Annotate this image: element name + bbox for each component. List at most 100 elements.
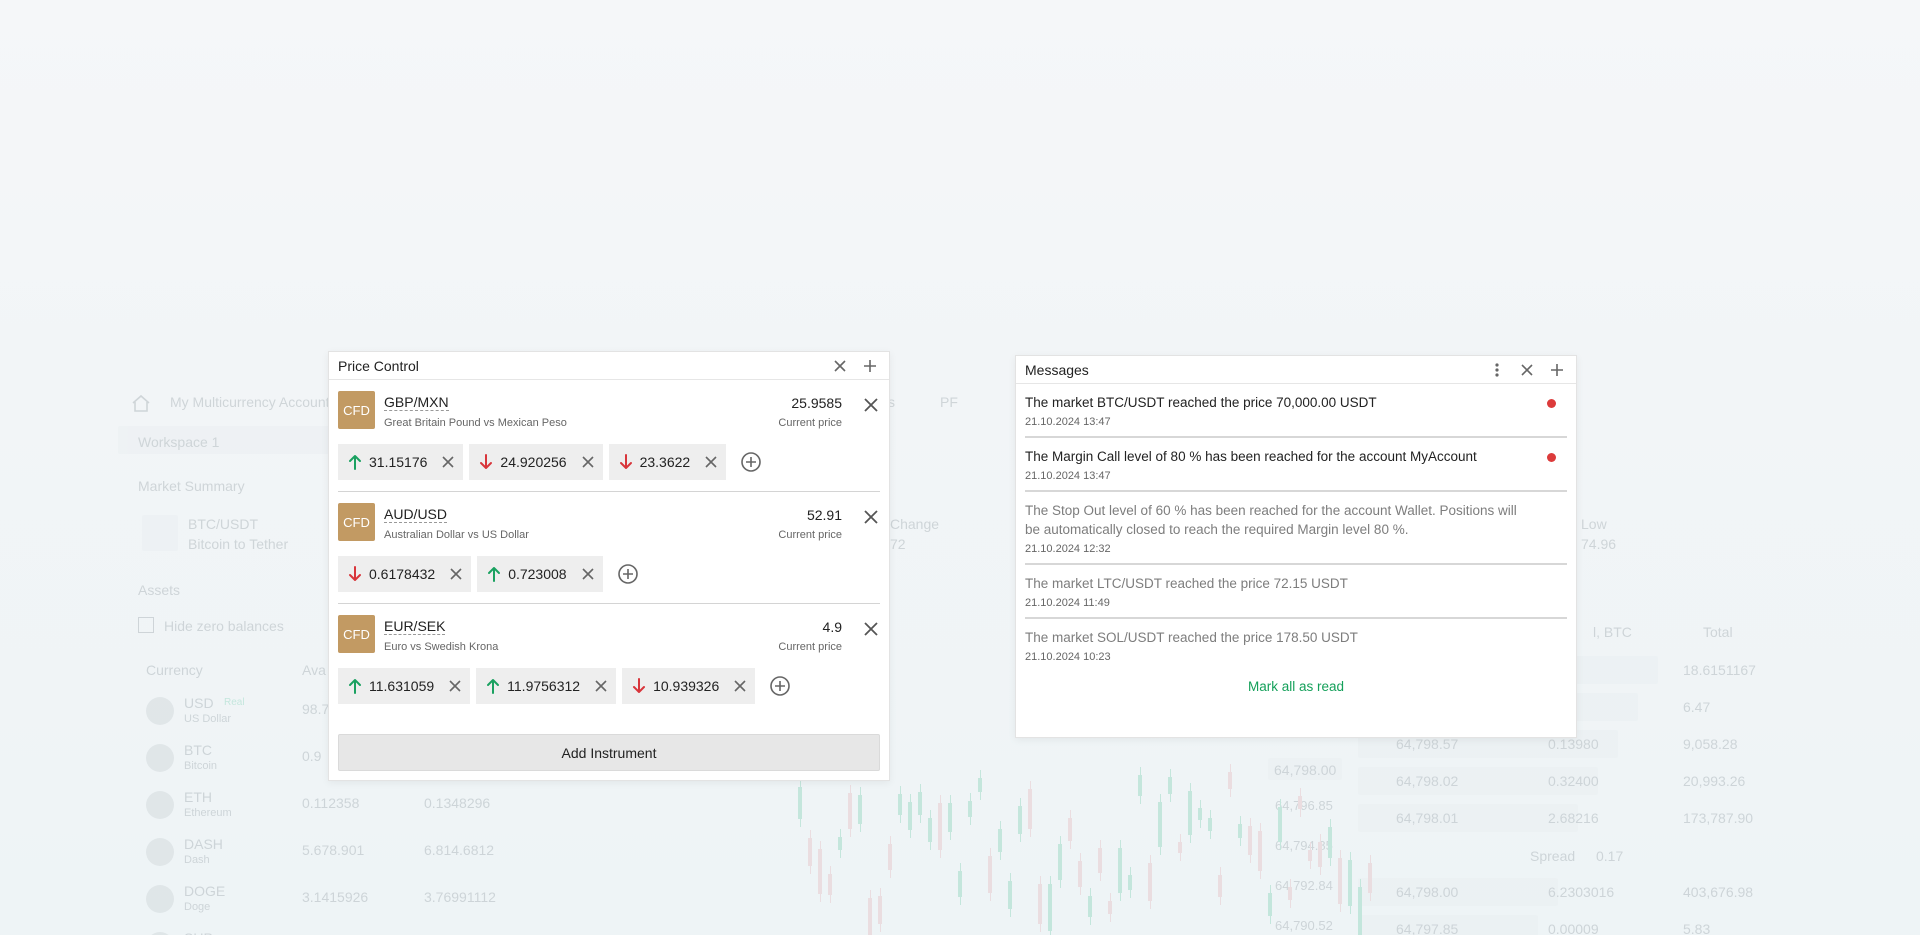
add-alert-icon[interactable]: [740, 451, 762, 473]
candle-wick: [989, 848, 991, 902]
close-window-button[interactable]: [829, 355, 851, 377]
low-label: Low: [1581, 516, 1607, 532]
book-price: 64,798.01: [1396, 810, 1459, 826]
arrow-down-icon: [348, 566, 362, 582]
message-time: 21.10.2024 13:47: [1025, 470, 1111, 482]
candle: [1058, 836, 1062, 888]
candle: [1308, 842, 1312, 870]
total-column: Total: [1703, 624, 1733, 640]
remove-instrument-button[interactable]: [862, 396, 880, 414]
message-time: 21.10.2024 11:49: [1025, 597, 1110, 609]
add-window-button[interactable]: [859, 355, 881, 377]
message-item[interactable]: The market SOL/USDT reached the price 17…: [1025, 619, 1567, 671]
book-quantity: 0.13980: [1548, 736, 1599, 752]
candle: [1208, 810, 1212, 839]
instrument-symbol[interactable]: GBP/MXN: [384, 394, 449, 411]
message-item[interactable]: The market BTC/USDT reached the price 70…: [1025, 384, 1567, 438]
book-price: 64,797.85: [1396, 921, 1459, 935]
instrument-description: Australian Dollar vs US Dollar: [384, 529, 529, 541]
candle-wick: [809, 829, 811, 874]
candle-wick: [1339, 850, 1341, 912]
alert-value: 0.723008: [508, 566, 567, 582]
candle: [1078, 853, 1082, 895]
candle: [908, 794, 912, 839]
message-time: 21.10.2024 12:32: [1025, 543, 1111, 555]
remove-instrument-button[interactable]: [862, 620, 880, 638]
price-alert-chip[interactable]: 23.3622: [608, 444, 727, 480]
candle: [1008, 872, 1012, 917]
candle-wick: [1269, 884, 1271, 925]
candle: [1278, 798, 1282, 851]
remove-alert-icon[interactable]: [581, 567, 595, 581]
add-instrument-button[interactable]: Add Instrument: [338, 734, 880, 771]
candle: [888, 835, 892, 879]
arrow-up-icon: [348, 678, 362, 694]
price-alert-chip[interactable]: 0.6178432: [338, 556, 472, 592]
cfd-badge: CFD: [338, 615, 375, 653]
candle: [1238, 816, 1242, 846]
remove-alert-icon[interactable]: [704, 455, 718, 469]
plus-icon: [1551, 363, 1563, 376]
candle-wick: [1209, 810, 1211, 839]
candle: [808, 829, 812, 874]
candle-wick: [1229, 764, 1231, 797]
arrow-down-icon: [619, 454, 633, 470]
candle-wick: [819, 840, 821, 902]
message-text: The Margin Call level of 80 % has been r…: [1025, 449, 1477, 464]
price-alert-chip[interactable]: 0.723008: [477, 556, 603, 592]
candle: [968, 793, 972, 825]
candle: [1258, 822, 1262, 879]
candle: [1248, 817, 1252, 864]
remove-instrument-button[interactable]: [862, 508, 880, 526]
remove-alert-icon[interactable]: [449, 567, 463, 581]
add-alert-icon[interactable]: [617, 563, 639, 585]
workspace-label: Workspace 1: [138, 434, 220, 450]
candle-wick: [949, 794, 951, 840]
price-alert-chip[interactable]: 11.631059: [338, 668, 471, 704]
currency-icon: [146, 838, 174, 866]
remove-alert-icon[interactable]: [441, 455, 455, 469]
alert-value: 11.631059: [369, 678, 435, 694]
message-item[interactable]: The Margin Call level of 80 % has been r…: [1025, 438, 1567, 492]
price-control-header: Price Control: [329, 352, 889, 380]
currency-name: Doge: [184, 901, 211, 913]
add-alert-icon[interactable]: [769, 675, 791, 697]
candle: [1108, 892, 1112, 923]
unread-dot: [1547, 399, 1556, 408]
candle: [1348, 852, 1352, 915]
arrow-down-icon: [479, 454, 493, 470]
mark-all-read-link[interactable]: Mark all as read: [1016, 679, 1576, 694]
candle-wick: [1239, 816, 1241, 846]
candle-wick: [1129, 867, 1131, 899]
more-options-button[interactable]: [1486, 359, 1508, 381]
price-alert-chip[interactable]: 10.939326: [622, 668, 756, 704]
price-alert-chip[interactable]: 31.15176: [338, 444, 464, 480]
remove-alert-icon[interactable]: [448, 679, 462, 693]
price-alert-chip[interactable]: 11.9756312: [476, 668, 617, 704]
available-value: 0.112358: [302, 795, 360, 811]
low-value: 74.96: [1581, 536, 1617, 552]
hide-zero-checkbox: [138, 617, 154, 633]
candle-wick: [849, 784, 851, 838]
instrument-list: CFD GBP/MXN Great Britain Pound vs Mexican…: [329, 380, 889, 716]
candle: [1218, 866, 1222, 905]
message-item[interactable]: The market LTC/USDT reached the price 72…: [1025, 565, 1567, 619]
instrument-symbol[interactable]: EUR/SEK: [384, 618, 446, 635]
message-time: 21.10.2024 10:23: [1025, 651, 1111, 663]
candle-wick: [1369, 855, 1371, 902]
instrument-symbol[interactable]: AUD/USD: [384, 506, 448, 523]
remove-alert-icon[interactable]: [581, 455, 595, 469]
candle-wick: [1189, 782, 1191, 843]
message-item[interactable]: The Stop Out level of 60 % has been reac…: [1025, 492, 1567, 565]
remove-alert-icon[interactable]: [733, 679, 747, 693]
candle: [1158, 793, 1162, 855]
book-total: 403,676.98: [1683, 884, 1754, 900]
candle-wick: [859, 786, 861, 833]
price-alert-chip[interactable]: 24.920256: [469, 444, 603, 480]
currency-icon: [146, 885, 174, 913]
candle: [858, 786, 862, 833]
remove-alert-icon[interactable]: [594, 679, 608, 693]
available-value: 0.9: [302, 748, 322, 764]
close-window-button[interactable]: [1516, 359, 1538, 381]
add-window-button[interactable]: [1546, 359, 1568, 381]
